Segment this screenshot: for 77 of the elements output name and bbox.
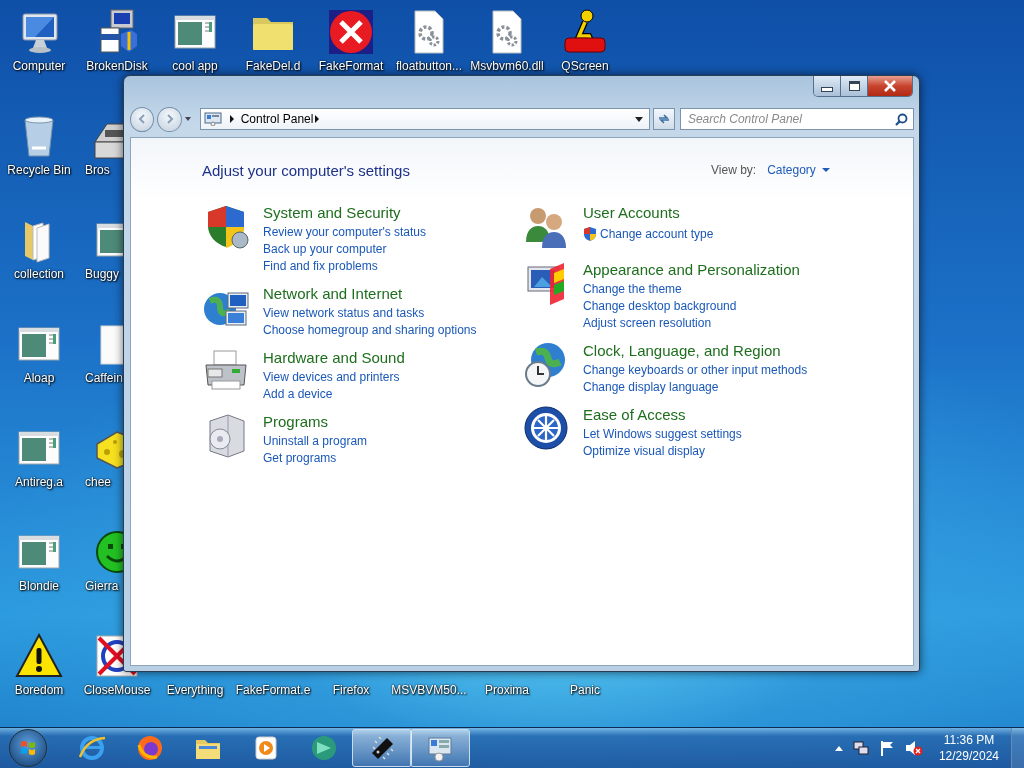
desktop-icon-label[interactable]: QScreen (560, 59, 610, 73)
accessibility-icon (522, 404, 570, 452)
view-by-label: View by: (711, 163, 757, 177)
desktop-icon-label[interactable]: FakeFormat (317, 59, 385, 73)
arrow-icon[interactable] (315, 115, 320, 123)
desktop-icon-label[interactable]: Computer (11, 59, 67, 73)
network-icon (852, 740, 869, 756)
desktop-icon-label[interactable]: Caffein (84, 371, 123, 385)
task-link[interactable]: Add a device (263, 386, 333, 401)
desktop-icon-label[interactable]: collection (13, 267, 65, 281)
breadcrumb[interactable]: Control Panel (240, 112, 314, 126)
desktop-icon-label[interactable]: Aloap (22, 371, 56, 385)
task-link[interactable]: Optimize visual display (583, 443, 706, 458)
maximize-button[interactable] (841, 76, 868, 96)
desktop-icon-label[interactable]: cool app (171, 59, 219, 73)
page-heading: Adjust your computer's settings (202, 161, 411, 179)
task-link[interactable]: Back up your computer (263, 241, 387, 256)
task-link[interactable]: Uninstall a program (263, 433, 368, 448)
desktop-icon-label[interactable]: Antireg.a (14, 475, 64, 489)
desktop-icon-label[interactable]: FakeDel.d (244, 59, 302, 73)
category-link[interactable]: System and Security (263, 203, 427, 223)
desktop-icon-label[interactable]: Boredom (13, 683, 65, 697)
task-link[interactable]: Choose homegroup and sharing options (263, 322, 477, 337)
task-link[interactable]: Change desktop background (583, 298, 737, 313)
back-button[interactable] (130, 106, 155, 132)
speaker-muted-icon (904, 740, 923, 756)
task-link[interactable]: Change keyboards or other input methods (583, 362, 808, 377)
clock-date[interactable]: 12/29/2024 (938, 748, 999, 764)
taskbar-button[interactable] (352, 729, 412, 767)
category-link[interactable]: Clock, Language, and Region (583, 341, 808, 361)
desktop-icon-label[interactable]: Recycle Bin (6, 163, 72, 177)
task-link[interactable]: Find and fix problems (263, 258, 378, 273)
category-link[interactable]: User Accounts (583, 203, 714, 223)
task-link[interactable]: View network status and tasks (263, 305, 425, 320)
desktop-icon-label[interactable]: floatbutton... (394, 59, 463, 73)
task-link[interactable]: View devices and printers (263, 369, 400, 384)
runner-icon (561, 8, 609, 56)
category-link[interactable]: Ease of Access (583, 405, 742, 425)
category-link[interactable]: Network and Internet (263, 284, 477, 304)
task-link[interactable]: Change display language (583, 379, 719, 394)
task-link[interactable]: Adjust screen resolution (583, 315, 712, 330)
search-field[interactable]: Search Control Panel (679, 108, 914, 130)
flag-icon (878, 740, 895, 756)
clock-time[interactable]: 11:36 PM (943, 732, 995, 748)
browser-e-icon (77, 733, 107, 763)
address-bar[interactable]: Control Panel (199, 108, 651, 130)
refresh-icon (657, 112, 672, 126)
task-link[interactable]: Get programs (263, 450, 337, 465)
start-button[interactable] (9, 729, 47, 767)
category-link[interactable]: Programs (263, 412, 368, 432)
task-link[interactable]: Change account type (600, 227, 714, 241)
minimize-button[interactable] (814, 76, 841, 96)
search-icon (895, 113, 908, 126)
fox-globe-icon (135, 733, 165, 763)
error-icon (327, 8, 375, 56)
show-hidden-icons-icon (834, 745, 843, 751)
view-by-dropdown[interactable]: Category (767, 163, 830, 177)
desktop-icon-label[interactable]: Bros (84, 163, 111, 177)
shield-icon (583, 226, 597, 242)
play-circle-icon (309, 733, 339, 763)
category-link[interactable]: Appearance and Personalization (583, 260, 800, 280)
task-link[interactable]: Change the theme (583, 281, 682, 296)
task-link[interactable]: Let Windows suggest settings (583, 426, 742, 441)
desktop-icon-label[interactable]: chee (84, 475, 113, 489)
task-link[interactable]: Review your computer's status (263, 224, 427, 239)
warning-icon (15, 632, 63, 680)
arrow-icon[interactable] (229, 115, 234, 123)
desktop-icon-label[interactable]: Buggy (84, 267, 121, 281)
desktop-icon-label[interactable]: BrokenDisk (85, 59, 149, 73)
refresh-button[interactable] (653, 108, 675, 130)
close-icon (883, 80, 897, 92)
caret-icon[interactable] (184, 117, 191, 121)
category-link[interactable]: Hardware and Sound (263, 348, 405, 368)
control-panel-icon (203, 112, 222, 126)
close-button[interactable] (868, 76, 912, 96)
dropdown-caret-icon[interactable] (635, 116, 644, 122)
desktop-icon-label[interactable]: Msvbvm60.dll (469, 59, 545, 73)
